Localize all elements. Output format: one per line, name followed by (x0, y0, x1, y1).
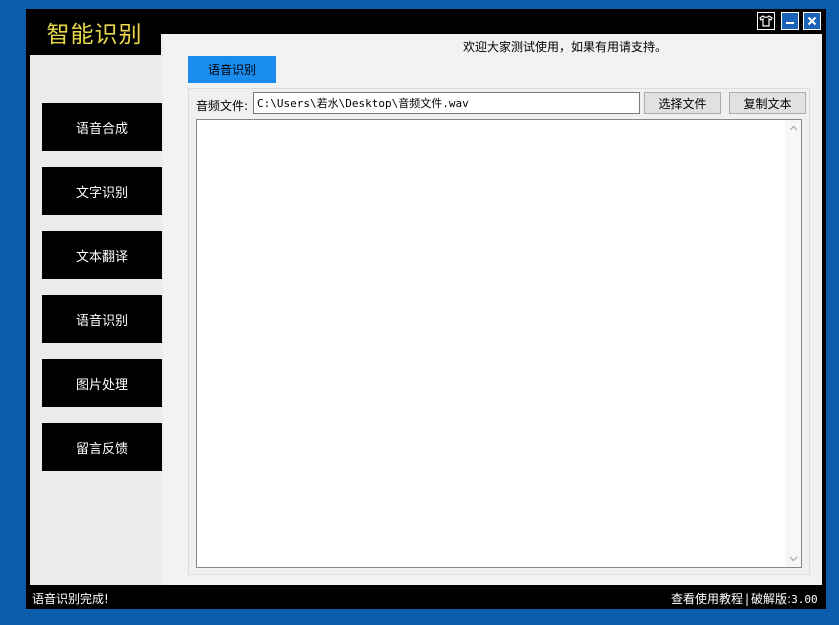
status-message: 语音识别完成! (32, 592, 109, 606)
shirt-icon[interactable] (757, 12, 775, 30)
sidebar-item-label: 留言反馈 (75, 441, 128, 457)
version-number: 3.00 (791, 593, 818, 606)
sidebar-item-label: 语音识别 (75, 313, 128, 329)
audio-file-path-input[interactable] (253, 92, 640, 114)
speech-recognition-panel: 音频文件: 选择文件 复制文本 (188, 88, 810, 575)
result-textarea[interactable] (196, 119, 802, 568)
status-bar: 语音识别完成! 查看使用教程 | 破解版:3.00 (26, 585, 826, 609)
audio-file-label: 音频文件: (196, 99, 249, 113)
sidebar-item-label: 文本翻译 (75, 249, 128, 265)
status-separator: | (745, 592, 750, 606)
scroll-up-icon[interactable] (785, 120, 801, 136)
sidebar: 语音合成 文字识别 文本翻译 语音识别 图片处理 留言反馈 (30, 56, 163, 585)
scroll-down-icon[interactable] (785, 551, 801, 567)
sidebar-item-feedback[interactable]: 留言反馈 (42, 423, 162, 471)
sidebar-item-text-recognition[interactable]: 文字识别 (42, 167, 162, 215)
app-logo-title: 智能识别 (28, 9, 161, 55)
tutorial-link[interactable]: 查看使用教程 (671, 590, 743, 607)
sidebar-item-label: 图片处理 (75, 377, 128, 393)
sidebar-item-label: 语音合成 (75, 121, 128, 137)
sidebar-item-speech-recognition[interactable]: 语音识别 (42, 295, 162, 343)
minimize-icon[interactable] (781, 12, 799, 30)
close-icon[interactable] (803, 12, 821, 30)
copy-text-button[interactable]: 复制文本 (729, 92, 806, 114)
select-file-button[interactable]: 选择文件 (644, 92, 721, 114)
vertical-scrollbar[interactable] (785, 120, 801, 567)
version-info: | 破解版:3.00 (745, 590, 818, 607)
result-text (197, 120, 801, 128)
sidebar-item-label: 文字识别 (75, 185, 128, 201)
tab-speech-recognition[interactable]: 语音识别 (188, 56, 276, 83)
version-label: 破解版: (751, 592, 792, 606)
client-area: 语音合成 文字识别 文本翻译 语音识别 图片处理 留言反馈 欢迎大家测试使用，如… (30, 34, 822, 585)
main-area: 欢迎大家测试使用，如果有用请支持。 语音识别 音频文件: 选择文件 复制文本 (163, 34, 822, 585)
welcome-message: 欢迎大家测试使用，如果有用请支持。 (463, 40, 668, 54)
sidebar-item-image-processing[interactable]: 图片处理 (42, 359, 162, 407)
sidebar-item-speech-synthesis[interactable]: 语音合成 (42, 103, 162, 151)
app-window: 语音合成 文字识别 文本翻译 语音识别 图片处理 留言反馈 欢迎大家测试使用，如… (26, 9, 826, 609)
sidebar-item-text-translation[interactable]: 文本翻译 (42, 231, 162, 279)
